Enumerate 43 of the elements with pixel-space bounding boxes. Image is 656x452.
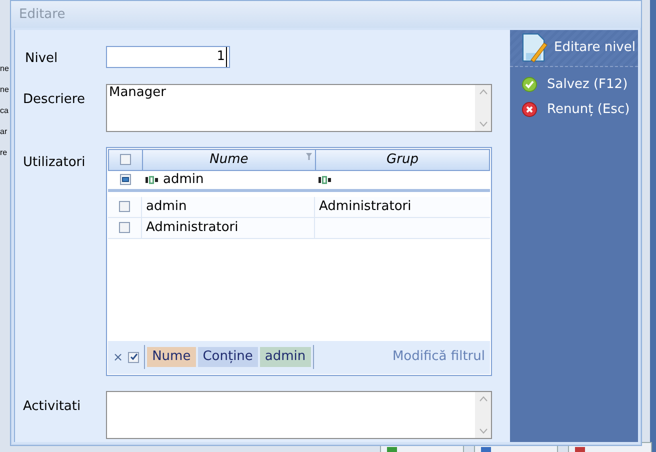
field-label: Descriere <box>23 90 86 108</box>
label-fragment: ne <box>0 63 10 75</box>
table-cell-text: Administratori <box>146 218 238 237</box>
scrollbar[interactable] <box>475 84 491 130</box>
column-header[interactable]: Nume <box>143 150 316 170</box>
panel-title: Editare nivel <box>554 39 636 58</box>
number-field[interactable]: 1 <box>106 46 230 68</box>
clear-filter-button[interactable]: × <box>113 348 124 366</box>
label-fragment: ca <box>0 105 10 117</box>
filter-icon[interactable] <box>306 152 312 160</box>
label-fragment: re <box>0 147 8 159</box>
close-icon <box>522 102 537 117</box>
table-cell-text: admin <box>146 198 187 216</box>
text-filter-icon <box>318 176 332 184</box>
text-area[interactable]: Manager <box>106 84 492 132</box>
table-cell-text: Administratori <box>319 198 412 216</box>
scrollbar[interactable] <box>475 392 491 438</box>
field-label: Utilizatori <box>23 154 86 172</box>
scroll-up-icon[interactable] <box>478 396 488 402</box>
action-button[interactable]: Renunț (Esc) <box>522 100 638 119</box>
filter-token[interactable]: Nume <box>147 347 196 367</box>
filter-token[interactable]: admin <box>260 347 311 367</box>
action-button[interactable]: Salvez (F12) <box>522 75 638 94</box>
checkbox[interactable] <box>120 154 131 165</box>
checkbox[interactable] <box>119 222 130 233</box>
column-header[interactable]: Grup <box>316 150 489 170</box>
document-edit-icon <box>522 33 548 63</box>
checkbox[interactable] <box>120 174 130 185</box>
scroll-down-icon[interactable] <box>478 428 488 434</box>
scroll-down-icon[interactable] <box>478 120 488 126</box>
text-area[interactable] <box>106 390 492 438</box>
filter-token[interactable]: Conține <box>198 347 258 367</box>
text-filter-icon <box>145 176 159 184</box>
field-label: Nivel <box>24 50 59 68</box>
checkbox[interactable] <box>119 201 130 212</box>
label-fragment: ar <box>0 126 8 138</box>
window-title: Editare <box>19 6 66 24</box>
check-icon <box>522 77 537 92</box>
label-fragment: ne <box>0 84 10 96</box>
field-label: Activitati <box>23 398 82 416</box>
checkbox[interactable] <box>128 352 140 362</box>
scroll-up-icon[interactable] <box>478 88 488 94</box>
filter-value[interactable]: admin <box>163 170 204 190</box>
